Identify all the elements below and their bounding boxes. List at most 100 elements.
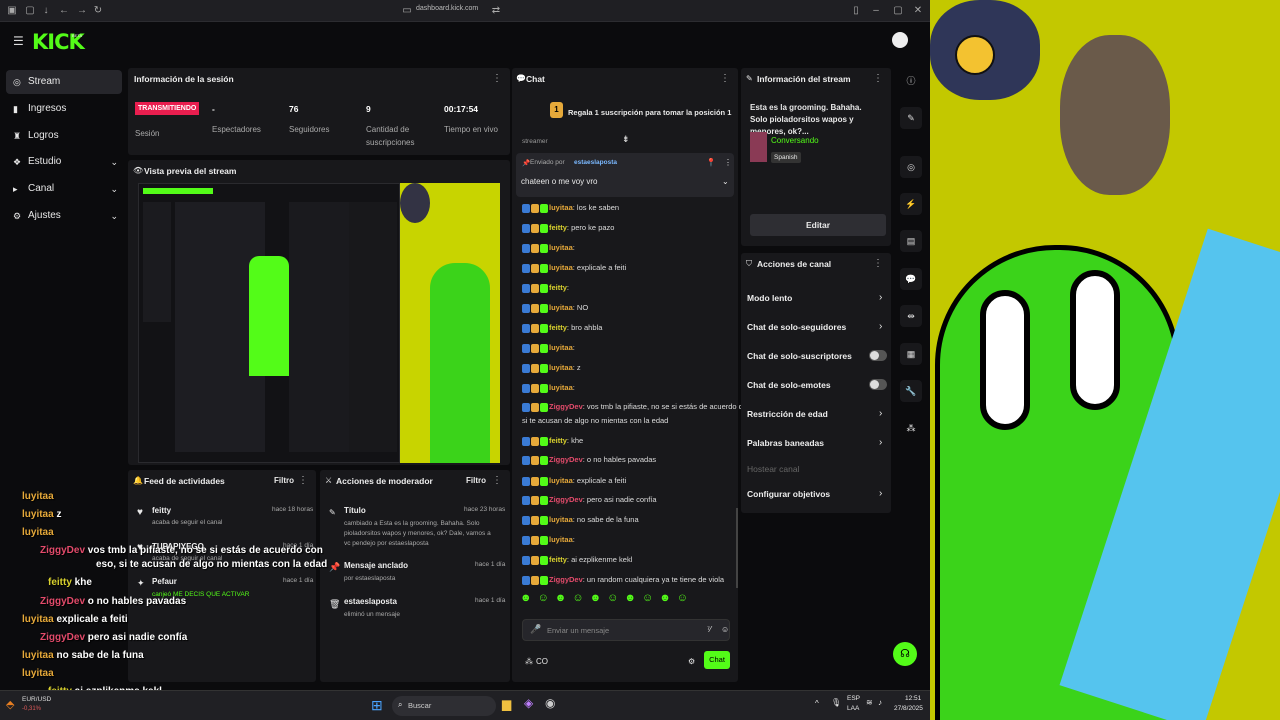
clock-time[interactable]: 12:51 [905, 695, 921, 702]
sidebar-item-ajustes[interactable]: ⚙ Ajustes ⌄ [6, 204, 122, 228]
chat-username[interactable]: feitty [549, 223, 567, 232]
app-icon[interactable]: ◈ [524, 696, 533, 710]
tray-chevron-icon[interactable]: ^ [815, 699, 819, 708]
chat-username[interactable]: luyitaa [549, 476, 573, 485]
address-bar[interactable]: dashboard.kick.com [416, 5, 478, 12]
reload-icon[interactable]: ↻ [92, 5, 104, 17]
chat-message[interactable]: feitty: bro ahbla [522, 323, 602, 333]
chat-input[interactable]: 🎤 Enviar un mensaje ⁷⁄ ☺ [522, 619, 730, 641]
info-icon[interactable]: ⓘ [900, 70, 922, 92]
more-icon[interactable]: ⋮ [873, 73, 883, 84]
target-icon[interactable]: ◎ [900, 156, 922, 178]
chat-username[interactable]: luyitaa [549, 383, 573, 392]
message-icon[interactable]: 💬 [900, 268, 922, 290]
chat-username[interactable]: luyitaa [549, 535, 573, 544]
wifi-icon[interactable]: ≋ [866, 698, 873, 707]
chat-message[interactable]: luyitaa: [522, 343, 575, 353]
chat-username[interactable]: ZiggyDev [549, 495, 583, 504]
chat-message[interactable]: feitty: pero ke pazo [522, 223, 614, 233]
microphone-icon[interactable]: 🎙 [831, 698, 841, 707]
hamburger-icon[interactable]: ☰ [13, 34, 24, 48]
mod-filter-button[interactable]: Filtro [466, 476, 486, 485]
chat-message[interactable]: luyitaa: los ke saben [522, 203, 619, 213]
chat-message[interactable]: luyitaa: [522, 535, 575, 545]
category-thumbnail[interactable] [750, 132, 767, 162]
feed-filter-button[interactable]: Filtro [274, 476, 294, 485]
mod-item-title[interactable]: estaeslaposta [344, 597, 397, 606]
chat-username[interactable]: luyitaa [549, 303, 573, 312]
scroll-down-icon[interactable]: ⇟ [622, 134, 630, 145]
more-icon[interactable]: ⋮ [720, 73, 730, 84]
windows-start-icon[interactable]: ⊞ [371, 697, 383, 714]
more-icon[interactable]: ⋮ [492, 475, 502, 486]
close-icon[interactable]: ✕ [912, 5, 924, 17]
edit-button[interactable]: Editar [750, 214, 886, 236]
channel-action-item[interactable]: Configurar objetivos [747, 489, 830, 499]
tabs-icon[interactable]: ▢ [24, 5, 36, 17]
chat-message[interactable]: luyitaa: no sabe de la funa [522, 515, 639, 525]
channel-action-item[interactable]: Modo lento [747, 293, 792, 303]
sidepanel-icon[interactable]: ▯ [850, 5, 862, 17]
forward-icon[interactable]: → [76, 5, 88, 17]
chat-message[interactable]: luyitaa: [522, 383, 575, 393]
sidebar-item-ingresos[interactable]: ▮ Ingresos [6, 97, 122, 121]
back-icon[interactable]: ← [58, 5, 70, 17]
maximize-icon[interactable]: ▢ [892, 5, 904, 17]
chat-scrollbar[interactable] [736, 508, 738, 588]
chat-username[interactable]: luyitaa [549, 363, 573, 372]
download-icon[interactable]: ↓ [40, 5, 52, 17]
more-icon[interactable]: ⋮ [724, 158, 732, 167]
lightning-icon[interactable]: ⚡ [900, 193, 922, 215]
chevron-right-icon[interactable]: › [879, 437, 882, 448]
sidebar-item-logros[interactable]: ♜ Logros [6, 124, 122, 148]
chat-username[interactable]: luyitaa [549, 203, 573, 212]
browser-menu-icon[interactable]: ▣ [6, 5, 18, 17]
emote-bar[interactable]: ☻☺☻☺☻☺☻☺☻☺ [520, 592, 734, 612]
preview-screen[interactable] [138, 183, 400, 463]
lang-label[interactable]: ESP [847, 695, 860, 702]
channel-action-item[interactable]: Chat de solo-emotes [747, 380, 831, 390]
chevron-down-icon[interactable]: ⌄ [722, 177, 729, 186]
chat-message[interactable]: feitty: [522, 283, 569, 293]
chat-username[interactable]: ZiggyDev [549, 402, 583, 411]
chat-username[interactable]: luyitaa [549, 343, 573, 352]
channel-action-item[interactable]: Chat de solo-suscriptores [747, 351, 852, 361]
plugin-icon[interactable]: ⁂ [900, 417, 922, 439]
sidebar-item-canal[interactable]: ▸ Canal ⌄ [6, 177, 122, 201]
emote-icons[interactable]: ☻☺☻☺☻☺☻☺☻☺ [520, 592, 694, 604]
chat-message[interactable]: luyitaa: [522, 243, 575, 253]
chat-message[interactable]: luyitaa: explicale a feiti [522, 263, 626, 273]
volume-icon[interactable]: ♪ [878, 698, 882, 707]
chat-username[interactable]: feitty [549, 555, 567, 564]
chat-username[interactable]: luyitaa [549, 263, 573, 272]
toggle-switch[interactable] [869, 350, 887, 361]
command-icon[interactable]: ⁷⁄ [707, 625, 711, 634]
feed-user[interactable]: Pefaur [152, 577, 177, 586]
sidebar-item-stream[interactable]: ◎ Stream [6, 70, 122, 94]
chevron-right-icon[interactable]: › [879, 408, 882, 419]
share-icon[interactable]: ⇄ [490, 5, 502, 17]
settings-icon[interactable]: ⚙ [688, 657, 695, 666]
chat-username[interactable]: feitty [549, 323, 567, 332]
chat-username[interactable]: luyitaa [549, 515, 573, 524]
chat-message[interactable]: feitty: ai ezplikenme kekl [522, 555, 632, 565]
chat-username[interactable]: ZiggyDev [549, 575, 583, 584]
chat-username[interactable]: feitty [549, 436, 567, 445]
site-info-icon[interactable]: ▭ [401, 5, 413, 17]
split-icon[interactable]: ⇹ [900, 305, 922, 327]
chat-message[interactable]: luyitaa: explicale a feiti [522, 476, 626, 486]
channel-action-item[interactable]: Chat de solo-seguidores [747, 322, 846, 332]
pinned-message[interactable]: 📌 Enviado por estaeslaposta 📍 ⋮ chateen … [516, 153, 734, 197]
edit-stream-icon[interactable]: ✎ [900, 107, 922, 129]
send-chat-button[interactable]: Chat [704, 651, 730, 669]
more-icon[interactable]: ⋮ [492, 73, 502, 84]
lang-label-2[interactable]: LAA [847, 705, 859, 712]
obs-icon[interactable]: ◉ [545, 696, 555, 710]
chat-message[interactable]: ZiggyDev: pero asi nadie confía [522, 495, 657, 505]
more-icon[interactable]: ⋮ [298, 475, 308, 486]
points-icon[interactable]: ⁂ [525, 657, 533, 666]
toggle-switch[interactable] [869, 379, 887, 390]
minimize-icon[interactable]: – [870, 5, 882, 17]
more-icon[interactable]: ⋮ [873, 258, 883, 269]
unpin-icon[interactable]: 📍 [706, 158, 716, 167]
